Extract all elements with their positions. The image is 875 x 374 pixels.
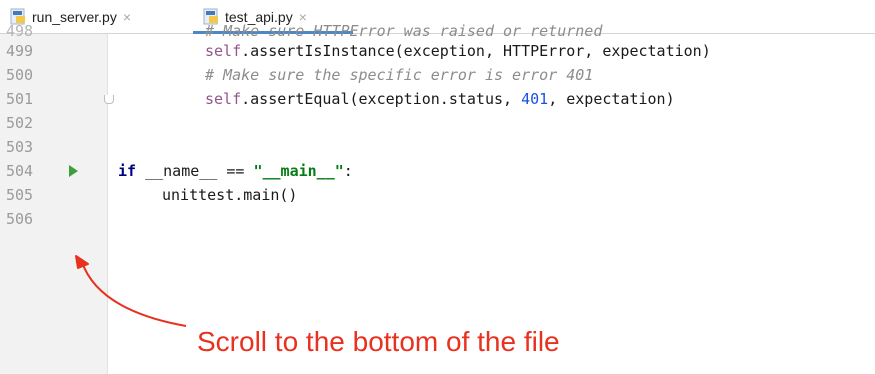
arrow-curve (81, 261, 187, 327)
arrow-head (75, 255, 89, 269)
annotation-arrow (75, 255, 187, 327)
annotation-text: Scroll to the bottom of the file (197, 326, 560, 357)
